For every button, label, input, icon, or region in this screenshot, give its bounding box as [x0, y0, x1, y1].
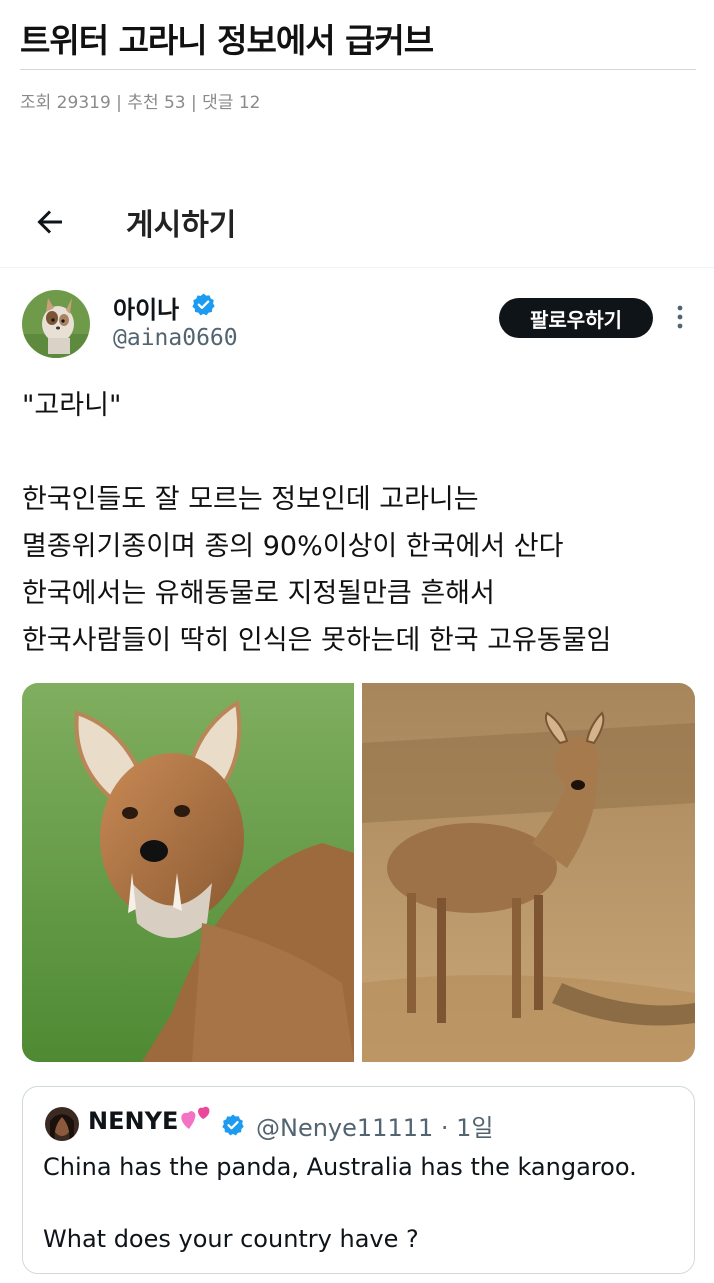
- author-handle[interactable]: @aina0660: [113, 325, 238, 351]
- quoted-handle-time[interactable]: @Nenye11111 · 1일: [256, 1108, 493, 1143]
- post-header: 트위터 고라니 정보에서 급커브 조회 29319 | 추천 53 | 댓글 1…: [20, 0, 696, 113]
- quoted-tweet-card[interactable]: NENYE @Nenye11111 · 1일 China has the pan…: [22, 1086, 695, 1274]
- post-meta: 조회 29319 | 추천 53 | 댓글 12: [20, 93, 261, 113]
- author-name[interactable]: 아이나: [113, 290, 179, 325]
- follow-button[interactable]: 팔로우하기: [499, 298, 653, 338]
- tweet-line: 한국에서는 유해동물로 지정될만큼 흔해서: [22, 578, 495, 609]
- topbar-title: 게시하기: [126, 208, 237, 243]
- tweet-line: 멸종위기종이며 종의 90%이상이 한국에서 산다: [22, 531, 564, 562]
- post-title: 트위터 고라니 정보에서 급커브: [20, 21, 434, 60]
- divider: [20, 69, 696, 70]
- tweet-line: "고라니": [22, 390, 122, 421]
- tweet-photo-right[interactable]: [362, 683, 695, 1062]
- twitter-topbar: 게시하기: [0, 192, 714, 268]
- quoted-text: China has the panda, Australia has the k…: [43, 1149, 693, 1257]
- tweet-line: 한국인들도 잘 모르는 정보인데 고라니는: [22, 484, 479, 515]
- tweet-photo-left[interactable]: [22, 683, 354, 1062]
- quoted-avatar[interactable]: [45, 1107, 79, 1141]
- verified-badge-icon: [192, 293, 215, 316]
- tweet-text: "고라니" 한국인들도 잘 모르는 정보인데 고라니는 멸종위기종이며 종의 9…: [22, 382, 702, 664]
- arrow-left-icon[interactable]: [32, 204, 68, 240]
- verified-badge-icon: [222, 1114, 244, 1136]
- quoted-author-name[interactable]: NENYE: [88, 1107, 178, 1135]
- hearts-icon: [181, 1106, 210, 1129]
- quoted-line: China has the panda, Australia has the k…: [43, 1153, 637, 1181]
- more-options-icon[interactable]: [675, 304, 685, 330]
- avatar[interactable]: [22, 290, 90, 358]
- tweet-line: 한국사람들이 딱히 인식은 못하는데 한국 고유동물임: [22, 625, 612, 656]
- quoted-line: What does your country have ?: [43, 1225, 419, 1253]
